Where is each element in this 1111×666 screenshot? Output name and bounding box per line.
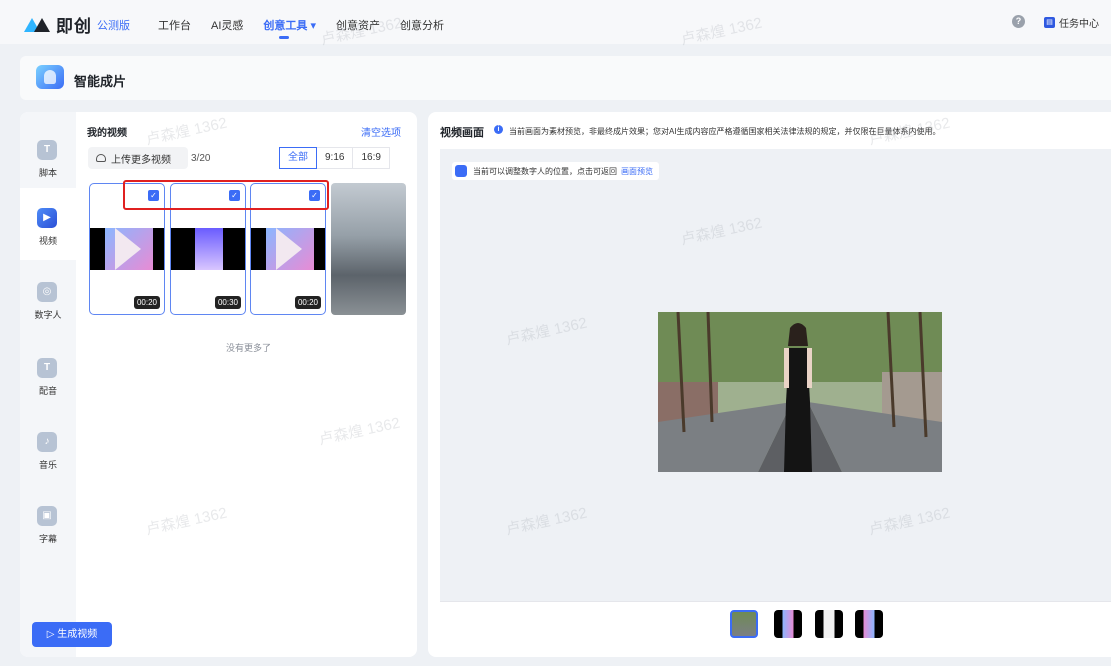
edit-icon	[455, 165, 467, 177]
play-shape-icon	[115, 228, 141, 270]
sidebar-item-video[interactable]: ▶ 视频	[20, 188, 76, 260]
video-frame	[171, 228, 245, 270]
sidebar-item-voice[interactable]: T 配音	[20, 338, 76, 410]
side-nav: T 脚本 ▶ 视频 ◎ 数字人 T 配音 ♪ 音乐 ▣ 字幕	[20, 112, 76, 657]
preview-notice: 当前画面为素材预览，非最终成片效果；您对AI生成内容应严格遵循国家相关法律法规的…	[509, 127, 941, 136]
preview-title: 视频画面	[440, 127, 484, 139]
frame-thumb-selected[interactable]	[730, 610, 758, 638]
logo-text: 即创	[56, 17, 92, 36]
tip-text: 当前可以调整数字人的位置，点击可返回	[473, 166, 617, 176]
checkbox-checked-icon[interactable]: ✓	[148, 190, 159, 201]
material-panel: T 脚本 ▶ 视频 ◎ 数字人 T 配音 ♪ 音乐 ▣ 字幕 我的视频 清空选项…	[20, 112, 417, 657]
nav-item-creative-analysis[interactable]: 创意分析	[400, 17, 444, 33]
sidebar-item-subtitle[interactable]: ▣ 字幕	[20, 486, 76, 558]
music-icon: ♪	[37, 432, 57, 452]
sidebar-item-script[interactable]: T 脚本	[20, 120, 76, 192]
task-center-label: 任务中心	[1059, 19, 1099, 30]
street-image-card[interactable]	[331, 183, 406, 315]
beta-badge: 公测版	[97, 20, 130, 32]
sidebar-item-label: 脚本	[38, 168, 57, 178]
upload-label: 上传更多视频	[111, 154, 171, 166]
checkbox-checked-icon[interactable]: ✓	[229, 190, 240, 201]
sidebar-item-digital-human[interactable]: ◎ 数字人	[20, 262, 76, 334]
upload-cloud-icon	[96, 154, 106, 162]
nav-item-ai-inspiration[interactable]: AI灵感	[211, 17, 243, 33]
video-frame	[90, 228, 164, 270]
smart-film-icon	[36, 65, 64, 89]
video-icon: ▶	[37, 208, 57, 228]
help-icon[interactable]: ?	[1012, 15, 1025, 28]
subtitle-icon: ▣	[37, 506, 57, 526]
no-more-text: 没有更多了	[225, 343, 271, 353]
video-card[interactable]: ✓ 00:30	[170, 183, 246, 315]
clear-selection-button[interactable]: 清空选项	[361, 124, 401, 139]
frame-strip	[440, 601, 1111, 645]
sidebar-item-label: 配音	[38, 386, 57, 396]
frame-thumb[interactable]	[774, 610, 802, 638]
preview-panel: 视频画面 i 当前画面为素材预览，非最终成片效果；您对AI生成内容应严格遵循国家…	[428, 112, 1111, 657]
upload-more-videos-button[interactable]: 上传更多视频	[88, 147, 188, 169]
task-center-icon: ▤	[1044, 17, 1055, 28]
nav-item-workbench[interactable]: 工作台	[158, 17, 191, 33]
sidebar-item-label: 字幕	[38, 534, 57, 544]
digital-human-preview[interactable]	[658, 312, 942, 472]
filter-16-9[interactable]: 16:9	[352, 147, 390, 169]
preview-canvas[interactable]: 当前可以调整数字人的位置，点击可返回 画面预览	[440, 149, 1111, 601]
back-to-preview-link[interactable]: 画面预览	[621, 166, 653, 177]
position-tip: 当前可以调整数字人的位置，点击可返回 画面预览	[452, 162, 659, 180]
task-center-button[interactable]: ▤ 任务中心	[1044, 15, 1099, 30]
voice-icon: T	[37, 358, 57, 378]
video-frame	[251, 228, 325, 270]
filter-all[interactable]: 全部	[279, 147, 317, 169]
generate-video-button[interactable]: ▷ 生成视频	[32, 622, 112, 647]
script-icon: T	[37, 140, 57, 160]
my-videos-title: 我的视频	[87, 128, 127, 139]
sidebar-item-label: 视频	[38, 236, 57, 246]
video-duration: 00:20	[133, 296, 160, 309]
main-nav: 工作台 AI灵感 创意工具 ▾ 创意资产 创意分析	[158, 17, 464, 39]
nav-item-creative-tools[interactable]: 创意工具 ▾	[263, 17, 316, 39]
video-card[interactable]: ✓ 00:20	[250, 183, 326, 315]
ratio-filter: 全部 9:16 16:9	[279, 147, 390, 169]
avatar-icon: ◎	[37, 282, 57, 302]
video-count: 3/20	[191, 153, 211, 164]
video-duration: 00:20	[294, 296, 321, 309]
sidebar-item-label: 数字人	[34, 310, 62, 320]
frame-thumb[interactable]	[855, 610, 883, 638]
nav-item-creative-assets[interactable]: 创意资产	[336, 17, 380, 33]
checkbox-checked-icon[interactable]: ✓	[309, 190, 320, 201]
top-bar: 即创 公测版 工作台 AI灵感 创意工具 ▾ 创意资产 创意分析 ? ▤ 任务中…	[0, 0, 1111, 44]
video-thumbnail-art	[195, 228, 223, 270]
page-title: 智能成片	[74, 74, 127, 89]
video-duration: 00:30	[214, 296, 241, 309]
frame-thumb[interactable]	[815, 610, 843, 638]
play-shape-icon	[276, 228, 302, 270]
sidebar-item-label: 音乐	[38, 460, 57, 470]
filter-9-16[interactable]: 9:16	[316, 147, 354, 169]
video-card[interactable]: ✓ 00:20	[89, 183, 165, 315]
logo-mark-icon	[24, 17, 50, 32]
info-icon: i	[494, 125, 503, 134]
page-header: 智能成片	[20, 56, 1111, 100]
sidebar-item-music[interactable]: ♪ 音乐	[20, 412, 76, 484]
logo[interactable]: 即创	[22, 12, 92, 37]
